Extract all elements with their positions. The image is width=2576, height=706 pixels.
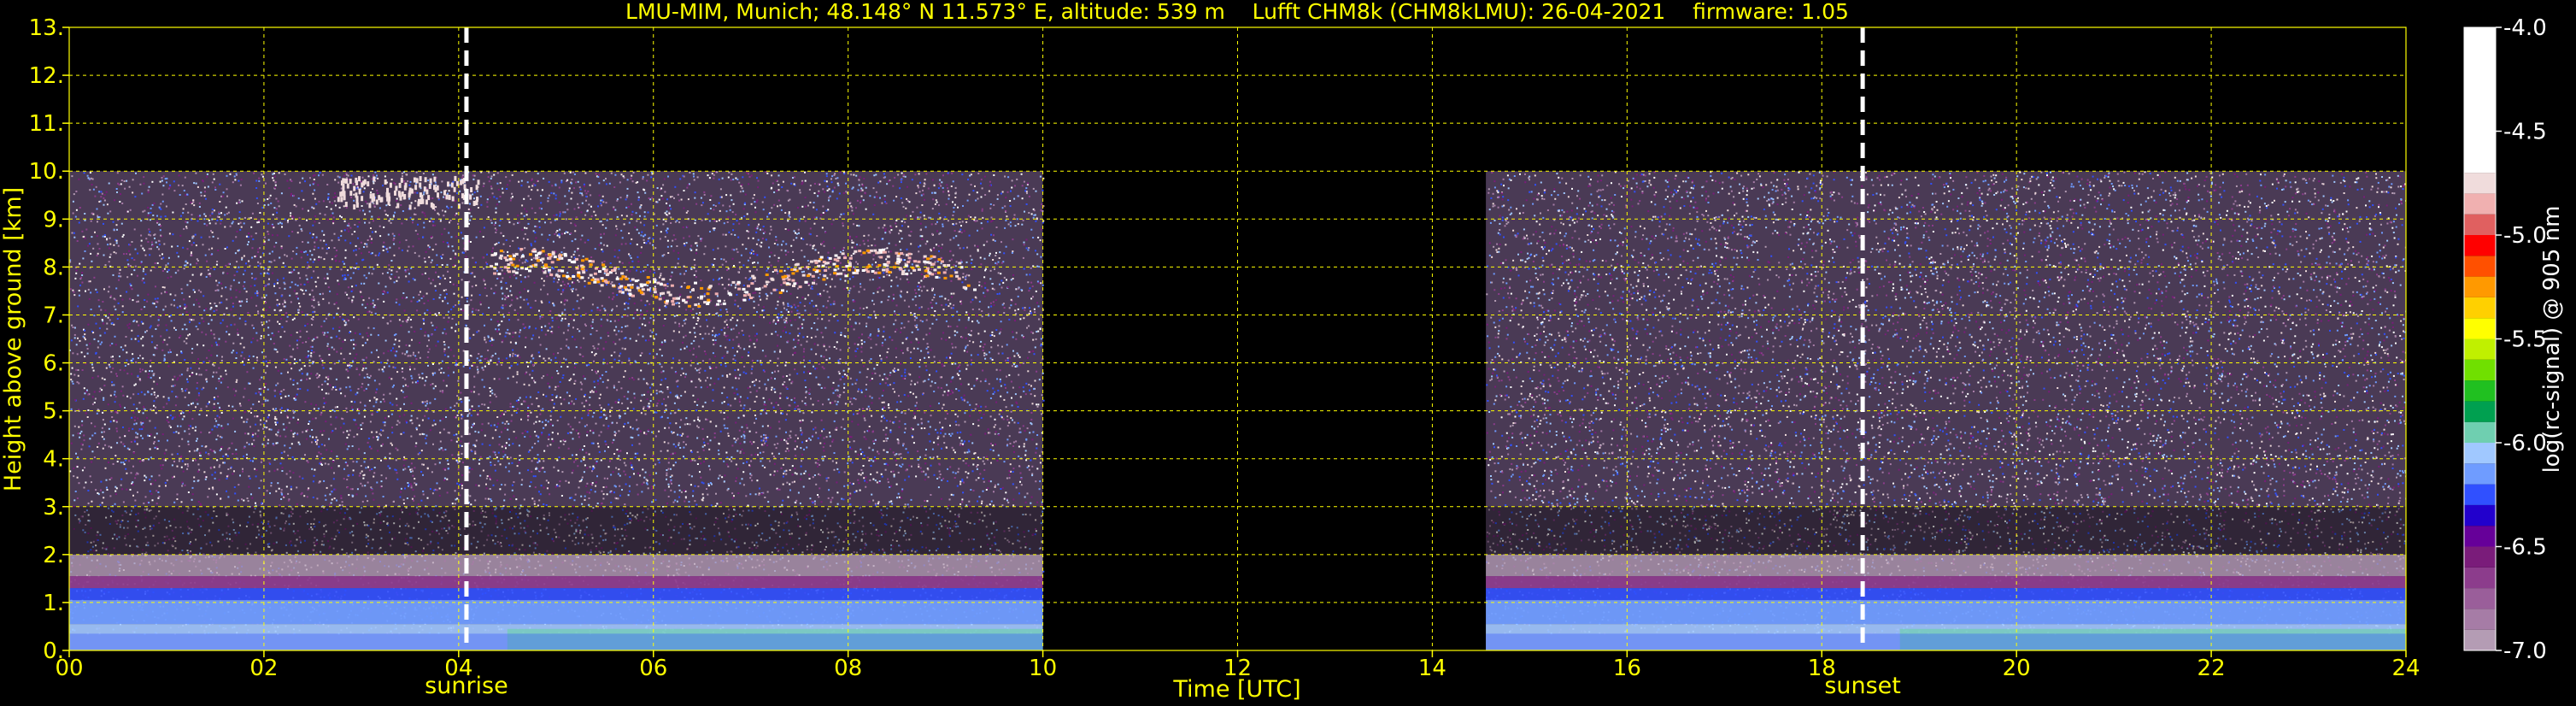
colorbar-tick-label: -7.0 (2503, 638, 2547, 664)
y-tick-label: 3. (43, 495, 64, 521)
y-tick-label: 7. (43, 303, 64, 328)
colorbar-band (2464, 277, 2496, 297)
boundary-layer-band (69, 555, 1043, 576)
ceilometer-chart: LMU-MIM, Munich; 48.148° N 11.573° E, al… (0, 0, 2576, 706)
colorbar-band (2464, 463, 2496, 484)
y-axis-label: Height above ground [km] (0, 187, 26, 491)
colorbar-band (2464, 235, 2496, 256)
colorbar-band (2464, 297, 2496, 318)
boundary-layer-band (69, 576, 1043, 588)
y-tick-label: 11. (29, 111, 64, 137)
y-tick-label: 0. (43, 638, 64, 664)
x-tick-label: 14 (1418, 656, 1446, 681)
colorbar-band (2464, 422, 2496, 443)
colorbar-band (2464, 215, 2496, 235)
colorbar-band (2464, 401, 2496, 421)
y-tick-label: 8. (43, 255, 64, 280)
colorbar (2464, 27, 2496, 650)
x-tick-label: 04 (444, 656, 472, 681)
x-axis-label: Time [UTC] (1172, 676, 1300, 703)
colorbar-band (2464, 443, 2496, 463)
chart-title: LMU-MIM, Munich; 48.148° N 11.573° E, al… (625, 0, 1849, 24)
x-tick-label: 18 (1808, 656, 1836, 681)
boundary-layer-band (1486, 588, 2406, 600)
colorbar-tick-label: -4.5 (2503, 120, 2547, 145)
y-tick-label: 4. (43, 447, 64, 473)
x-tick-label: 10 (1029, 656, 1057, 681)
quiet-zone (69, 507, 1043, 555)
colorbar-band (2464, 318, 2496, 338)
boundary-layer-band (1486, 555, 2406, 576)
y-tick-label: 6. (43, 351, 64, 377)
x-tick-label: 02 (249, 656, 278, 681)
colorbar-band (2464, 339, 2496, 360)
x-tick-label: 24 (2391, 656, 2420, 681)
boundary-layer-band (1486, 576, 2406, 588)
colorbar-band (2464, 547, 2496, 568)
colorbar-band (2464, 526, 2496, 546)
y-tick-label: 5. (43, 399, 64, 425)
colorbar-band (2464, 193, 2496, 214)
quiet-zone (1486, 507, 2406, 555)
boundary-layer-band (69, 588, 1043, 600)
x-tick-label: 08 (834, 656, 862, 681)
colorbar-label: log(rc-signal) @ 905 nm (2539, 206, 2565, 474)
colorbar-band (2464, 485, 2496, 505)
y-tick-label: 1. (43, 591, 64, 616)
colorbar-band (2464, 27, 2496, 173)
colorbar-band (2464, 505, 2496, 526)
colorbar-band (2464, 568, 2496, 588)
colorbar-band (2464, 173, 2496, 193)
y-tick-label: 13. (29, 15, 64, 41)
x-tick-label: 22 (2198, 656, 2226, 681)
x-tick-label: 06 (639, 656, 667, 681)
colorbar-band (2464, 380, 2496, 401)
surface-band-blue (1486, 633, 2406, 650)
colorbar-tick-label: -6.5 (2503, 535, 2547, 561)
colorbar-band (2464, 588, 2496, 609)
surface-band-blue (69, 633, 1043, 650)
colorbar-band (2464, 256, 2496, 276)
colorbar-tick-label: -4.0 (2503, 15, 2547, 41)
y-tick-label: 10. (29, 159, 64, 185)
y-tick-label: 9. (43, 207, 64, 232)
colorbar-band (2464, 609, 2496, 629)
boundary-layer-band (69, 600, 1043, 624)
x-tick-label: 16 (1613, 656, 1641, 681)
boundary-layer-band (1486, 600, 2406, 624)
x-tick-label: 20 (2003, 656, 2031, 681)
y-tick-label: 2. (43, 543, 64, 568)
colorbar-band (2464, 360, 2496, 380)
y-tick-label: 12. (29, 63, 64, 89)
colorbar-band (2464, 630, 2496, 650)
